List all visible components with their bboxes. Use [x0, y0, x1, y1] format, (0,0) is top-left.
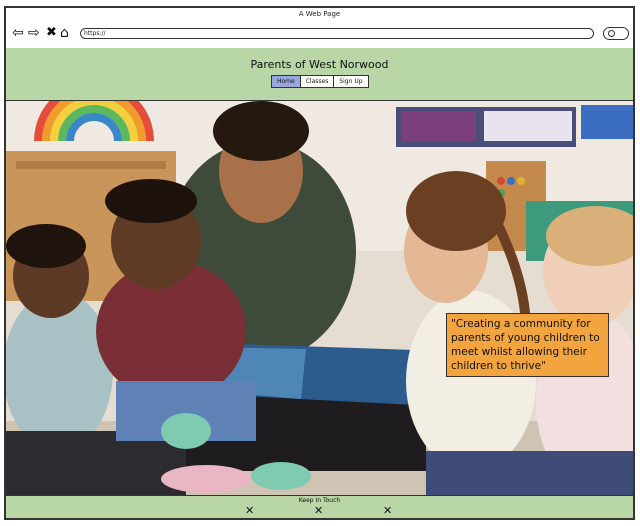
hero-photo [6, 101, 633, 496]
arrow-left-icon[interactable]: ⇦ [12, 25, 24, 41]
footer-title: Keep In Touch [298, 497, 341, 504]
main-nav: Home Classes Sign Up [271, 75, 369, 88]
social-x-icon[interactable]: ✕ [383, 504, 392, 517]
hero-image: "Creating a community for parents of you… [6, 101, 633, 496]
nav-signup-button[interactable]: Sign Up [334, 76, 368, 87]
url-input[interactable]: https:// [80, 28, 594, 39]
site-header: Parents of West Norwood Home Classes Sig… [6, 48, 633, 101]
home-icon[interactable]: ⌂ [60, 25, 69, 41]
close-x-icon[interactable]: ✖ [46, 25, 57, 41]
arrow-right-icon[interactable]: ⇨ [28, 25, 40, 41]
nav-classes-button[interactable]: Classes [300, 76, 335, 87]
browser-toolbar: ⇦ ⇨ ✖ ⌂ https:// [6, 20, 633, 49]
page-title: Parents of West Norwood [250, 58, 389, 71]
social-x-icon[interactable]: ✕ [314, 504, 323, 517]
search-button[interactable] [603, 27, 629, 40]
browser-window: A Web Page ⇦ ⇨ ✖ ⌂ https:// Parents of W… [4, 6, 635, 520]
mission-quote: "Creating a community for parents of you… [446, 313, 609, 377]
site-footer: Keep In Touch ✕ ✕ ✕ [6, 495, 633, 518]
search-icon [608, 30, 615, 37]
social-x-icon[interactable]: ✕ [245, 504, 254, 517]
nav-home-button[interactable]: Home [272, 76, 301, 87]
